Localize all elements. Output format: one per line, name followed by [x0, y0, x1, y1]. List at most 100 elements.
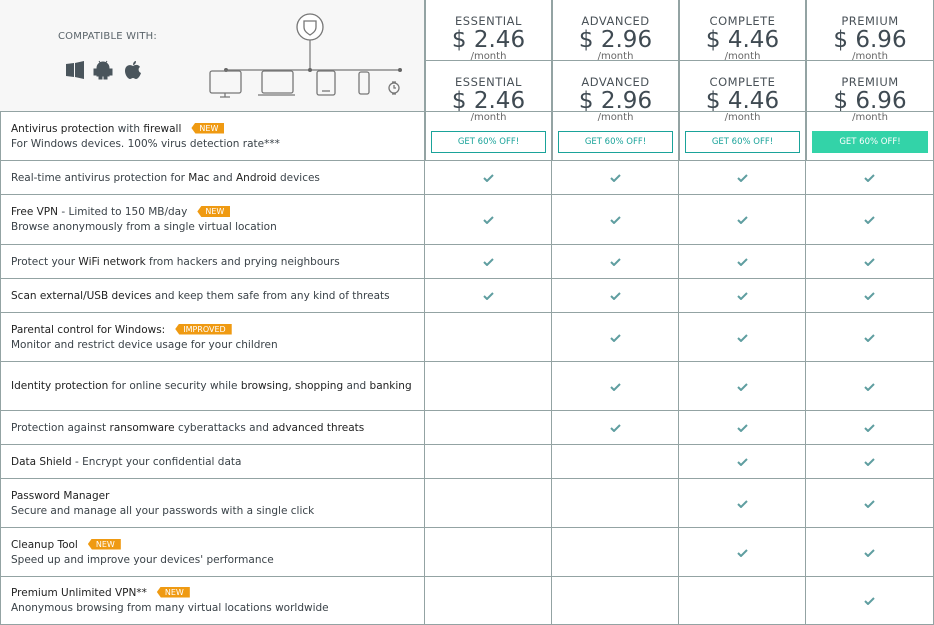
feature-cell-premium [806, 411, 934, 445]
feature-subtitle: Monitor and restrict device usage for yo… [11, 338, 278, 351]
feature-description: Cleanup Tool NEW Speed up and improve your… [0, 528, 425, 577]
check-icon [864, 424, 875, 432]
new-badge: NEW [156, 586, 190, 598]
feature-cell-complete [679, 279, 806, 313]
feature-row: Protection against ransomware cyberattac… [0, 410, 934, 445]
check-icon [736, 174, 748, 182]
plan-name: COMPLETE [709, 75, 776, 89]
feature-title-text: Real-time antivirus protection for [11, 171, 189, 184]
feature-cell-essential [425, 479, 552, 528]
feature-description: Premium Unlimited VPN** NEW Anonymous brow… [0, 577, 425, 624]
feature-cell-complete [679, 245, 806, 279]
feature-description: Scan external/USB devices and keep them … [0, 279, 425, 313]
check-icon [864, 258, 875, 266]
feature-cell-premium [806, 479, 934, 528]
feature-cell-advanced [552, 195, 679, 245]
feature-cell-advanced [552, 577, 679, 624]
feature-row: Identity protection for online security … [0, 361, 934, 411]
feature-cell-premium [806, 245, 934, 279]
feature-title-strong: Scan external/USB devices [11, 289, 152, 302]
check-icon [736, 499, 748, 508]
plan-name: PREMIUM [841, 14, 899, 28]
feature-title: Parental control for Windows: IMPROVED [11, 323, 414, 338]
feature-cell-complete [679, 313, 806, 362]
check-icon [736, 548, 748, 557]
feature-title-strong: WiFi network [78, 255, 146, 268]
device-network-diagram [209, 13, 402, 98]
check-icon [736, 258, 748, 266]
feature-title-text: devices [276, 171, 320, 184]
new-badge: NEW [87, 538, 121, 550]
feature-title: Antivirus protection with firewall NEW [11, 122, 414, 137]
plan-name: COMPLETE [709, 14, 776, 28]
feature-row: Password Manager Secure and manage all yo… [0, 478, 934, 528]
feature-cell-essential [425, 245, 552, 279]
feature-row: Parental control for Windows: IMPROVED Mon… [0, 312, 934, 362]
check-icon [864, 499, 875, 508]
tablet-icon [316, 70, 336, 96]
plan-price: $ 6.96 [833, 27, 907, 53]
check-icon [482, 292, 494, 300]
feature-title-strong: Mac [188, 171, 210, 184]
feature-subtitle: Secure and manage all your passwords wit… [11, 504, 315, 517]
feature-cell-essential [425, 411, 552, 445]
plan-name: ADVANCED [581, 75, 650, 89]
check-icon [482, 174, 494, 182]
feature-title: Premium Unlimited VPN** NEW [11, 586, 414, 601]
new-badge: NEW [191, 122, 225, 134]
check-icon [609, 174, 621, 182]
feature-title-strong: Password Manager [11, 489, 110, 502]
feature-title: Cleanup Tool NEW [11, 538, 414, 553]
feature-cell-advanced [552, 411, 679, 445]
feature-title: Protect your WiFi network from hackers a… [11, 255, 414, 270]
feature-title-strong: Identity protection [11, 380, 109, 392]
feature-subtitle: Browse anonymously from a single virtual… [11, 221, 277, 233]
feature-title-strong: Cleanup Tool [11, 538, 78, 551]
check-icon [864, 216, 875, 224]
new-badge: NEW [197, 206, 231, 217]
phone-icon [358, 71, 370, 95]
feature-cell-essential [425, 445, 552, 479]
feature-title-strong: Data Shield [11, 455, 72, 468]
feature-title-text: for online security while [108, 380, 241, 392]
feature-row: Antivirus protection with firewall NEW For… [0, 111, 934, 161]
plan-name: ESSENTIAL [455, 75, 522, 89]
laptop-icon [258, 70, 295, 96]
watch-icon [388, 81, 400, 95]
check-icon [609, 216, 621, 224]
feature-cell-complete [679, 161, 806, 195]
feature-title: Free VPN - Limited to 150 MB/day NEW [11, 205, 414, 220]
feature-row: Premium Unlimited VPN** NEW Anonymous brow… [0, 576, 934, 625]
check-icon [864, 174, 875, 182]
feature-row: Real-time antivirus protection for Mac a… [0, 160, 934, 195]
feature-cell-essential [425, 313, 552, 362]
check-icon [864, 292, 875, 300]
check-icon [864, 596, 875, 605]
feature-title-text: with [114, 122, 144, 135]
plan-header-premium-sticky: PREMIUM $ 6.96 /month [806, 0, 934, 62]
feature-cell-premium [806, 445, 934, 479]
check-icon [864, 548, 875, 557]
check-icon [482, 258, 494, 266]
feature-cell-complete [679, 362, 806, 411]
feature-title-strong: Parental control for Windows: [11, 323, 166, 336]
check-icon [609, 382, 621, 391]
check-icon [736, 333, 748, 342]
check-icon [864, 382, 875, 391]
feature-cell-premium [806, 195, 934, 245]
compatible-label: COMPATIBLE WITH: [58, 31, 157, 42]
feature-title-strong: Antivirus protection [11, 122, 115, 135]
apple-icon [125, 61, 141, 79]
feature-cell-essential [425, 362, 552, 411]
feature-title: Identity protection for online security … [11, 379, 414, 394]
feature-title-strong: banking [369, 380, 412, 392]
feature-title-text: Protection against [11, 421, 110, 434]
plan-period: /month [470, 51, 507, 62]
feature-cell-advanced [552, 313, 679, 362]
feature-row: Data Shield - Encrypt your confidential … [0, 444, 934, 479]
feature-description: Antivirus protection with firewall NEW For… [0, 112, 425, 161]
android-icon [93, 60, 113, 80]
feature-title: Scan external/USB devices and keep them … [11, 289, 414, 304]
feature-description: Protection against ransomware cyberattac… [0, 411, 425, 445]
feature-cell-essential [425, 195, 552, 245]
